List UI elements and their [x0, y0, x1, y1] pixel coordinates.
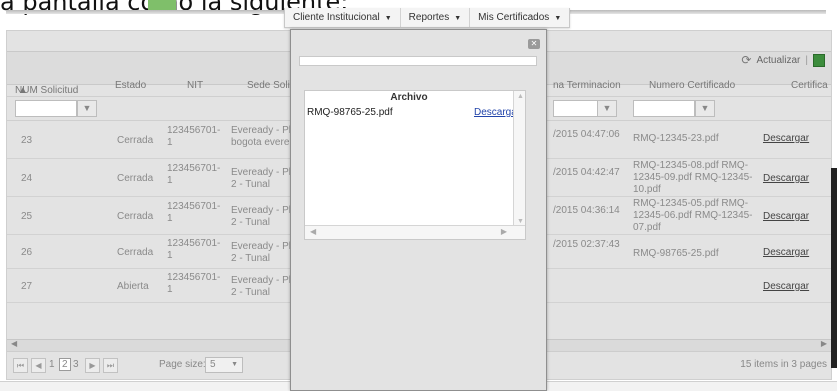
close-icon[interactable]: ✕ [528, 39, 540, 49]
cell-cert: RMQ-98765-25.pdf [633, 248, 719, 259]
cell-num: 26 [21, 247, 33, 258]
cell-num: 25 [21, 211, 33, 222]
scroll-left-icon[interactable]: ◀ [11, 339, 17, 348]
chevron-down-icon: ▼ [384, 15, 392, 22]
toolbar-separator: | [805, 54, 808, 66]
grid-toolbar: ⟳ Actualizar | [741, 53, 831, 67]
caption-highlight [148, 0, 176, 10]
cell-cert: RMQ-12345-08.pdf RMQ- 12345-09.pdf RMQ-1… [633, 160, 753, 195]
cell-fecha: /2015 04:47:06 [553, 129, 620, 140]
scroll-right-icon[interactable]: ▶ [501, 227, 507, 236]
page-size-label: Page size: [159, 359, 206, 370]
cell-fecha: /2015 04:36:14 [553, 205, 620, 216]
refresh-icon[interactable]: ⟳ [741, 53, 751, 67]
download-link[interactable]: Descargar [763, 211, 809, 223]
col-sede[interactable]: Sede Soli [247, 80, 290, 91]
page-3[interactable]: 3 [73, 359, 79, 370]
cell-sede: Eveready - Pl bogota evere [231, 125, 292, 148]
page-size-select[interactable]: 5 ▼ [205, 357, 243, 373]
filter-num-input[interactable] [15, 100, 77, 117]
page-2-current[interactable]: 2 [59, 358, 71, 371]
cell-nit: 123456701- 1 [167, 125, 221, 148]
cell-num: 23 [21, 135, 33, 146]
cell-estado: Cerrada [117, 211, 154, 222]
cell-fecha: /2015 02:37:43 [553, 239, 620, 250]
scroll-left-icon[interactable]: ◀ [310, 227, 316, 236]
menu-reportes[interactable]: Reportes ▼ [401, 8, 471, 27]
scroll-right-icon[interactable]: ▶ [821, 339, 827, 348]
col-numero-certificado[interactable]: Numero Certificado [649, 80, 735, 91]
last-page-button[interactable]: ⏭ [103, 358, 118, 373]
filter-icon[interactable]: ▼ [597, 100, 617, 117]
menu-label: Mis Certificados [478, 12, 550, 23]
cell-nit: 123456701- 1 [167, 201, 221, 224]
download-link[interactable]: Descargar [763, 173, 809, 185]
download-link[interactable]: Descargar [763, 281, 809, 293]
menu-label: Reportes [408, 12, 450, 23]
top-nav: Cliente Institucional ▼ Reportes ▼ Mis Cer… [284, 8, 571, 28]
menu-mis-certificados[interactable]: Mis Certificados ▼ [470, 8, 569, 27]
filter-cert-input[interactable] [633, 100, 695, 117]
cell-sede: Eveready - Pl 2 - Tunal [231, 167, 292, 190]
cell-nit: 123456701- 1 [167, 272, 221, 295]
col-fecha-terminacion[interactable]: na Terminacion [553, 80, 621, 91]
cell-sede: Eveready - Pl 2 - Tunal [231, 275, 292, 298]
cell-num: 27 [21, 281, 33, 292]
files-modal: ✕ Archivo RMQ-98765-25.pdf Descargar ▲ ▼… [290, 29, 547, 391]
excel-export-icon[interactable] [813, 53, 825, 67]
scroll-down-icon[interactable]: ▼ [517, 218, 524, 225]
cell-estado: Cerrada [117, 247, 154, 258]
vertical-scrollbar[interactable]: ▲ ▼ [513, 91, 525, 227]
cell-cert: RMQ-12345-23.pdf [633, 133, 719, 144]
chevron-down-icon: ▼ [231, 361, 238, 368]
sort-asc-icon: ▲ [18, 85, 28, 96]
cell-estado: Cerrada [117, 173, 154, 184]
page-size-value: 5 [210, 359, 216, 370]
items-info: 15 items in 3 pages [740, 359, 827, 370]
modal-title-bar [299, 56, 537, 66]
scroll-up-icon[interactable]: ▲ [517, 93, 524, 100]
cell-estado: Cerrada [117, 135, 154, 146]
cell-sede: Eveready - Pl 2 - Tunal [231, 205, 292, 228]
files-table: Archivo RMQ-98765-25.pdf Descargar ▲ ▼ ◀… [304, 90, 526, 240]
col-certificado[interactable]: Certifica [791, 80, 828, 91]
download-link[interactable]: Descargar [763, 247, 809, 259]
filter-fecha-input[interactable] [553, 100, 599, 117]
cell-fecha: /2015 04:42:47 [553, 167, 620, 178]
download-link[interactable]: Descargar [763, 133, 809, 145]
refresh-button[interactable]: Actualizar [756, 55, 800, 66]
filter-icon[interactable]: ▼ [77, 100, 97, 117]
cell-sede: Eveready - Pl 2 - Tunal [231, 241, 292, 264]
filter-icon[interactable]: ▼ [695, 100, 715, 117]
page-1[interactable]: 1 [49, 359, 55, 370]
first-page-button[interactable]: ⏮ [13, 358, 28, 373]
cell-estado: Abierta [117, 281, 149, 292]
file-name: RMQ-98765-25.pdf [307, 107, 393, 118]
chevron-down-icon: ▼ [554, 15, 562, 22]
cell-nit: 123456701- 1 [167, 238, 221, 261]
menu-cliente-institucional[interactable]: Cliente Institucional ▼ [285, 8, 401, 27]
cell-cert: RMQ-12345-05.pdf RMQ- 12345-06.pdf RMQ-1… [633, 198, 753, 233]
cell-nit: 123456701- 1 [167, 163, 221, 186]
col-nit[interactable]: NIT [187, 80, 203, 91]
prev-page-button[interactable]: ◀ [31, 358, 46, 373]
horizontal-scrollbar[interactable]: ◀ ▶ [305, 225, 525, 239]
col-estado[interactable]: Estado [115, 80, 146, 91]
menu-label: Cliente Institucional [293, 12, 380, 23]
page-scrollbar[interactable] [831, 168, 837, 368]
cell-num: 24 [21, 173, 33, 184]
col-archivo: Archivo [390, 92, 428, 103]
next-page-button[interactable]: ▶ [85, 358, 100, 373]
chevron-down-icon: ▼ [454, 15, 462, 22]
